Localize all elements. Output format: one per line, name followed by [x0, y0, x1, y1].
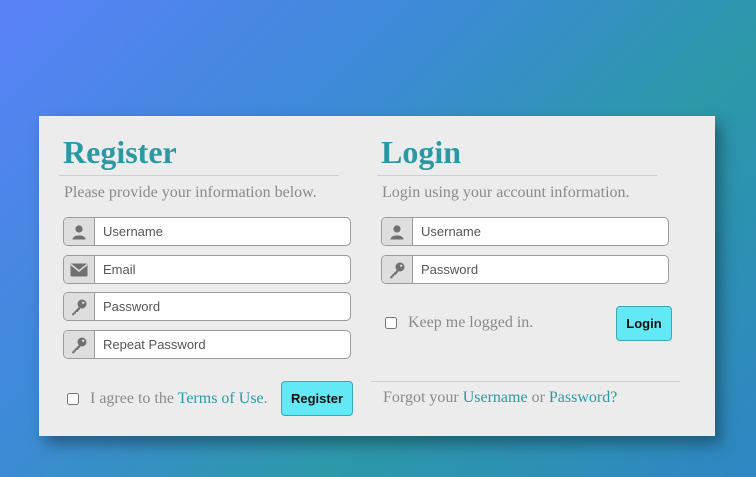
keep-logged-in-label: Keep me logged in.: [408, 314, 534, 331]
user-icon: [382, 218, 413, 245]
login-password-input[interactable]: [413, 256, 668, 283]
auth-panel: Register Please provide your information…: [39, 116, 715, 436]
register-title: Register: [63, 134, 177, 170]
forgot-divider: [371, 381, 680, 382]
login-divider: [377, 175, 657, 176]
register-username-field: [63, 217, 351, 246]
envelope-icon: [64, 256, 95, 283]
keep-logged-in-checkbox[interactable]: [385, 317, 397, 329]
login-username-field: [381, 217, 669, 246]
register-divider: [59, 175, 339, 176]
register-button[interactable]: Register: [281, 381, 353, 416]
agree-terms-label: I agree to the Terms of Use.: [90, 390, 268, 408]
agree-prefix-text: I agree to the: [90, 390, 174, 407]
register-password-field: [63, 292, 351, 321]
terms-of-use-link[interactable]: Terms of Use: [178, 390, 264, 407]
key-icon: [382, 256, 413, 283]
register-email-input[interactable]: [95, 256, 350, 283]
register-username-input[interactable]: [95, 218, 350, 245]
register-repeat-password-input[interactable]: [95, 331, 350, 358]
register-password-input[interactable]: [95, 293, 350, 320]
agree-terms-checkbox[interactable]: [67, 393, 79, 405]
login-username-input[interactable]: [413, 218, 668, 245]
login-title: Login: [381, 134, 462, 170]
forgot-credentials-text: Forgot your Username or Password?: [383, 389, 617, 407]
forgot-username-link[interactable]: Username: [463, 389, 528, 406]
login-password-field: [381, 255, 669, 284]
forgot-password-link[interactable]: Password?: [549, 389, 617, 406]
register-email-field: [63, 255, 351, 284]
key-icon: [64, 293, 95, 320]
user-icon: [64, 218, 95, 245]
forgot-or-text: or: [531, 389, 545, 406]
forgot-prefix-text: Forgot your: [383, 389, 459, 406]
key-icon: [64, 331, 95, 358]
login-subtitle: Login using your account information.: [382, 184, 630, 201]
register-subtitle: Please provide your information below.: [64, 184, 317, 201]
agree-suffix-text: .: [263, 390, 268, 407]
register-repeat-password-field: [63, 330, 351, 359]
login-button[interactable]: Login: [616, 306, 672, 341]
